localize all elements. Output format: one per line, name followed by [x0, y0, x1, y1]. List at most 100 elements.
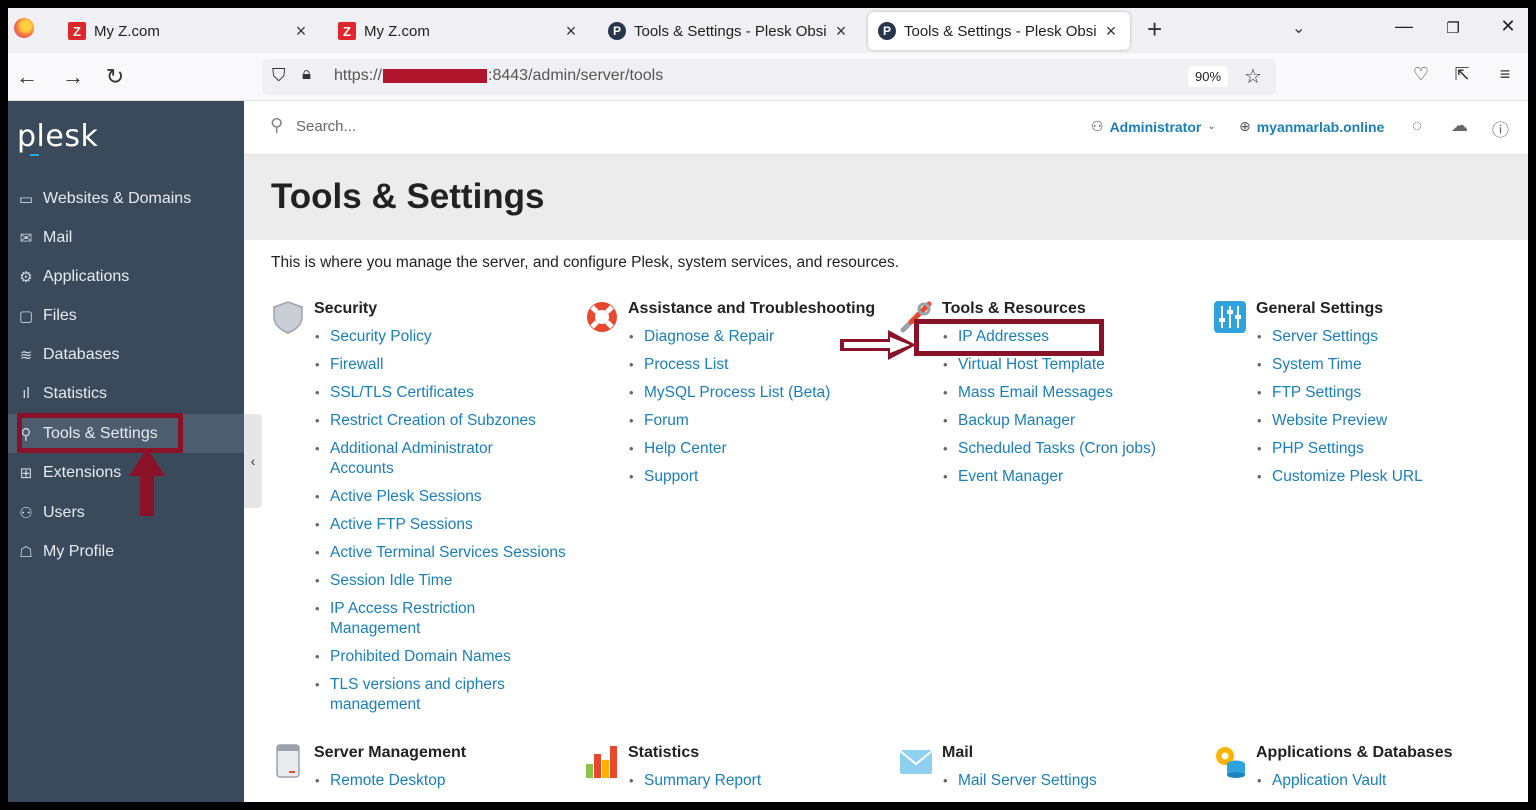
- link-ftp-settings[interactable]: FTP Settings: [1256, 383, 1496, 403]
- search-input[interactable]: Search...: [296, 118, 356, 135]
- share-icon[interactable]: ⇱: [1449, 64, 1475, 85]
- link-forum[interactable]: Forum: [628, 411, 868, 431]
- annotation-highlight-box: [914, 319, 1104, 356]
- domain-link[interactable]: ⊕ myanmarlab.online: [1239, 118, 1384, 135]
- link-php-settings[interactable]: PHP Settings: [1256, 439, 1496, 459]
- tab-4-active[interactable]: P Tools & Settings - Plesk Obsidia ×: [868, 12, 1130, 50]
- plesk-p-icon: P: [878, 22, 896, 40]
- link-restrict-subzones[interactable]: Restrict Creation of Subzones: [314, 411, 554, 431]
- sidebar-item-mail[interactable]: ✉ Mail: [8, 218, 244, 257]
- forward-icon[interactable]: →: [60, 64, 86, 90]
- sidebar-item-files[interactable]: ▢ Files: [8, 296, 244, 335]
- close-icon[interactable]: ×: [1102, 21, 1120, 42]
- sidebar-item-databases[interactable]: ≋ Databases: [8, 335, 244, 374]
- link-active-terminal-sessions[interactable]: Active Terminal Services Sessions: [314, 543, 574, 563]
- link-virtual-host-template[interactable]: Virtual Host Template: [942, 355, 1182, 375]
- tab-2[interactable]: Z My Z.com ×: [328, 12, 590, 50]
- link-scheduled-tasks[interactable]: Scheduled Tasks (Cron jobs): [942, 439, 1182, 459]
- firefox-logo-icon[interactable]: [14, 18, 34, 38]
- folder-icon: ▢: [18, 307, 34, 325]
- link-mass-email-messages[interactable]: Mass Email Messages: [942, 383, 1182, 403]
- new-tab-icon[interactable]: +: [1147, 14, 1162, 45]
- tab-1[interactable]: Z My Z.com ×: [58, 12, 320, 50]
- group-links: Security Policy Firewall SSL/TLS Certifi…: [314, 327, 574, 723]
- shield-icon: [273, 301, 303, 334]
- link-ssl-tls-certificates[interactable]: SSL/TLS Certificates: [314, 383, 554, 403]
- notifications-icon[interactable]: ◌: [1412, 116, 1422, 136]
- sidebar-item-label: Databases: [43, 345, 120, 363]
- link-diagnose-repair[interactable]: Diagnose & Repair: [628, 327, 868, 347]
- close-icon[interactable]: ×: [562, 21, 580, 42]
- sidebar-item-label: Mail: [43, 228, 73, 246]
- link-support[interactable]: Support: [628, 467, 868, 487]
- page-title: Tools & Settings: [271, 177, 545, 216]
- minimize-icon[interactable]: —: [1390, 16, 1418, 37]
- link-ip-access-restriction[interactable]: IP Access Restriction Management: [314, 599, 499, 639]
- pocket-icon[interactable]: ♡: [1408, 64, 1434, 85]
- link-active-ftp-sessions[interactable]: Active FTP Sessions: [314, 515, 554, 535]
- sidebar-item-users[interactable]: ⚇ Users: [8, 493, 244, 532]
- logo-underscore: [30, 154, 39, 156]
- zoom-level[interactable]: 90%: [1188, 66, 1229, 87]
- tab-title: Tools & Settings - Plesk Obsidia: [634, 22, 826, 40]
- sidebar: plesk ▭ Websites & Domains ✉ Mail ⚙ Appl…: [8, 101, 244, 802]
- plesk-logo[interactable]: plesk: [17, 119, 98, 154]
- sidebar-item-extensions[interactable]: ⊞ Extensions: [8, 453, 244, 492]
- link-firewall[interactable]: Firewall: [314, 355, 554, 375]
- tab-strip: Z My Z.com × Z My Z.com × P Tools & Sett…: [8, 8, 1528, 53]
- link-mail-server-settings[interactable]: Mail Server Settings: [942, 771, 1182, 791]
- tab-title: My Z.com: [364, 22, 430, 40]
- sidebar-item-label: Extensions: [43, 463, 122, 481]
- group-title: Security: [314, 300, 378, 317]
- sidebar-item-applications[interactable]: ⚙ Applications: [8, 257, 244, 296]
- help-icon[interactable]: ⓘ: [1492, 116, 1509, 141]
- link-process-list[interactable]: Process List: [628, 355, 868, 375]
- link-session-idle-time[interactable]: Session Idle Time: [314, 571, 554, 591]
- link-active-plesk-sessions[interactable]: Active Plesk Sessions: [314, 487, 554, 507]
- link-help-center[interactable]: Help Center: [628, 439, 868, 459]
- link-system-time[interactable]: System Time: [1256, 355, 1496, 375]
- link-server-settings[interactable]: Server Settings: [1256, 327, 1496, 347]
- group-title: Assistance and Troubleshooting: [628, 300, 876, 317]
- chevron-down-icon: ⌄: [1207, 121, 1216, 132]
- sidebar-item-websites[interactable]: ▭ Websites & Domains: [8, 179, 244, 218]
- close-icon[interactable]: ×: [832, 21, 850, 42]
- link-security-policy[interactable]: Security Policy: [314, 327, 554, 347]
- mail-icon: ✉: [19, 229, 33, 247]
- link-prohibited-domain-names[interactable]: Prohibited Domain Names: [314, 647, 554, 667]
- link-mysql-process-list[interactable]: MySQL Process List (Beta): [628, 383, 868, 403]
- user-icon: ⚇: [19, 504, 33, 522]
- link-website-preview[interactable]: Website Preview: [1256, 411, 1496, 431]
- link-customize-plesk-url[interactable]: Customize Plesk URL: [1256, 467, 1496, 487]
- sidebar-item-label: Websites & Domains: [43, 189, 192, 207]
- close-window-icon[interactable]: ✕: [1494, 16, 1522, 37]
- link-summary-report[interactable]: Summary Report: [628, 771, 868, 791]
- sidebar-item-my-profile[interactable]: ☖ My Profile: [8, 532, 244, 571]
- url-text[interactable]: https:// :8443/admin/server/tools: [334, 67, 663, 85]
- reload-icon[interactable]: ↻: [102, 64, 128, 90]
- back-icon[interactable]: ←: [14, 64, 40, 90]
- menu-icon[interactable]: ≡: [1492, 64, 1518, 85]
- link-application-vault[interactable]: Application Vault: [1256, 771, 1496, 791]
- cloud-off-icon[interactable]: ☁: [1451, 116, 1468, 136]
- address-bar[interactable]: ⛉ 🔒︎ https:// :8443/admin/server/tools 9…: [262, 59, 1276, 95]
- search-icon[interactable]: ⚲: [270, 115, 283, 136]
- restore-icon[interactable]: ❐: [1439, 19, 1467, 37]
- group-links: Mail Server Settings: [942, 771, 1182, 799]
- annotation-up-arrow-icon: [129, 448, 165, 516]
- chevron-down-icon[interactable]: ⌄: [1292, 18, 1305, 38]
- shield-icon[interactable]: ⛉: [272, 65, 286, 86]
- link-tls-versions-ciphers[interactable]: TLS versions and ciphers management: [314, 675, 514, 715]
- user-menu[interactable]: ⚇ Administrator ⌄: [1091, 118, 1222, 135]
- link-remote-desktop[interactable]: Remote Desktop: [314, 771, 554, 791]
- link-event-manager[interactable]: Event Manager: [942, 467, 1182, 487]
- collapse-sidebar-button[interactable]: ‹: [244, 414, 262, 508]
- user-name: Administrator: [1109, 118, 1202, 135]
- close-icon[interactable]: ×: [292, 21, 310, 42]
- link-additional-admin-accounts[interactable]: Additional Administrator Accounts: [314, 439, 554, 479]
- lock-icon[interactable]: 🔒︎: [302, 64, 311, 84]
- bookmark-star-icon[interactable]: ☆: [1244, 64, 1262, 89]
- link-backup-manager[interactable]: Backup Manager: [942, 411, 1182, 431]
- tab-3[interactable]: P Tools & Settings - Plesk Obsidia ×: [598, 12, 860, 50]
- sidebar-item-statistics[interactable]: ıl Statistics: [8, 374, 244, 413]
